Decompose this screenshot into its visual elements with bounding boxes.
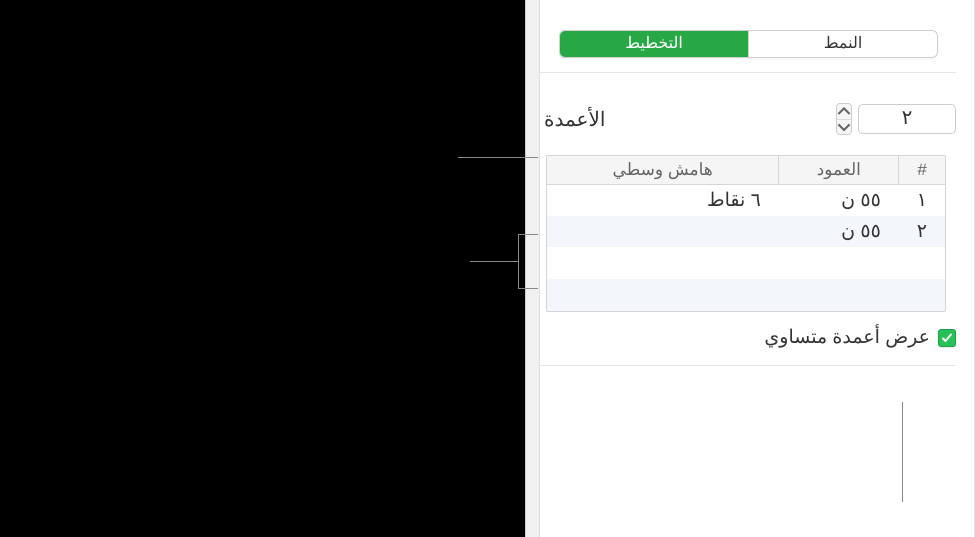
cell-width[interactable]: ٥٥ ن [779, 216, 899, 247]
table-row[interactable]: ١ ٥٥ ن ٦ نقاط [547, 185, 945, 217]
table-row-empty [547, 279, 945, 311]
header-number[interactable]: # [899, 156, 945, 185]
table-row[interactable]: ٢ ٥٥ ن [547, 216, 945, 247]
cell-width[interactable]: ٥٥ ن [779, 185, 899, 217]
callout-line [902, 402, 903, 502]
columns-table: # العمود هامش وسطي ١ ٥٥ ن ٦ نقاط ٢ ٥٥ ن [546, 155, 946, 312]
columns-count-input[interactable]: ٢ [858, 104, 956, 134]
inspector-tabs: التخطيط النمط [559, 30, 938, 58]
divider [534, 72, 956, 73]
equal-width-checkbox[interactable] [938, 329, 956, 347]
callout-line [470, 261, 518, 262]
chevron-up-icon[interactable] [837, 104, 851, 120]
cell-number: ٢ [899, 216, 945, 247]
divider [534, 365, 956, 366]
callout-line [518, 234, 519, 288]
cell-gutter[interactable]: ٦ نقاط [547, 185, 779, 217]
columns-section-header: ٢ الأعمدة [544, 103, 956, 135]
columns-stepper[interactable]: ٢ [836, 103, 956, 135]
header-gutter[interactable]: هامش وسطي [547, 156, 779, 185]
callout-line [458, 157, 538, 158]
header-column[interactable]: العمود [779, 156, 899, 185]
callout-line [518, 288, 538, 289]
stepper-buttons[interactable] [836, 103, 852, 135]
table-header-row: # العمود هامش وسطي [547, 156, 945, 185]
callout-line [518, 234, 538, 235]
chevron-down-icon[interactable] [837, 120, 851, 135]
cell-gutter[interactable] [547, 216, 779, 247]
table-row-empty [547, 247, 945, 279]
cell-number: ١ [899, 185, 945, 217]
check-icon [941, 332, 953, 344]
format-inspector-panel: التخطيط النمط ٢ الأعمدة [525, 0, 975, 537]
columns-label: الأعمدة [544, 107, 605, 132]
panel-gutter [526, 0, 540, 537]
tab-layout[interactable]: التخطيط [560, 31, 748, 57]
tab-style[interactable]: النمط [748, 31, 937, 57]
equal-width-label: عرض أعمدة متساوي [764, 326, 930, 349]
equal-width-row[interactable]: عرض أعمدة متساوي [534, 326, 956, 349]
